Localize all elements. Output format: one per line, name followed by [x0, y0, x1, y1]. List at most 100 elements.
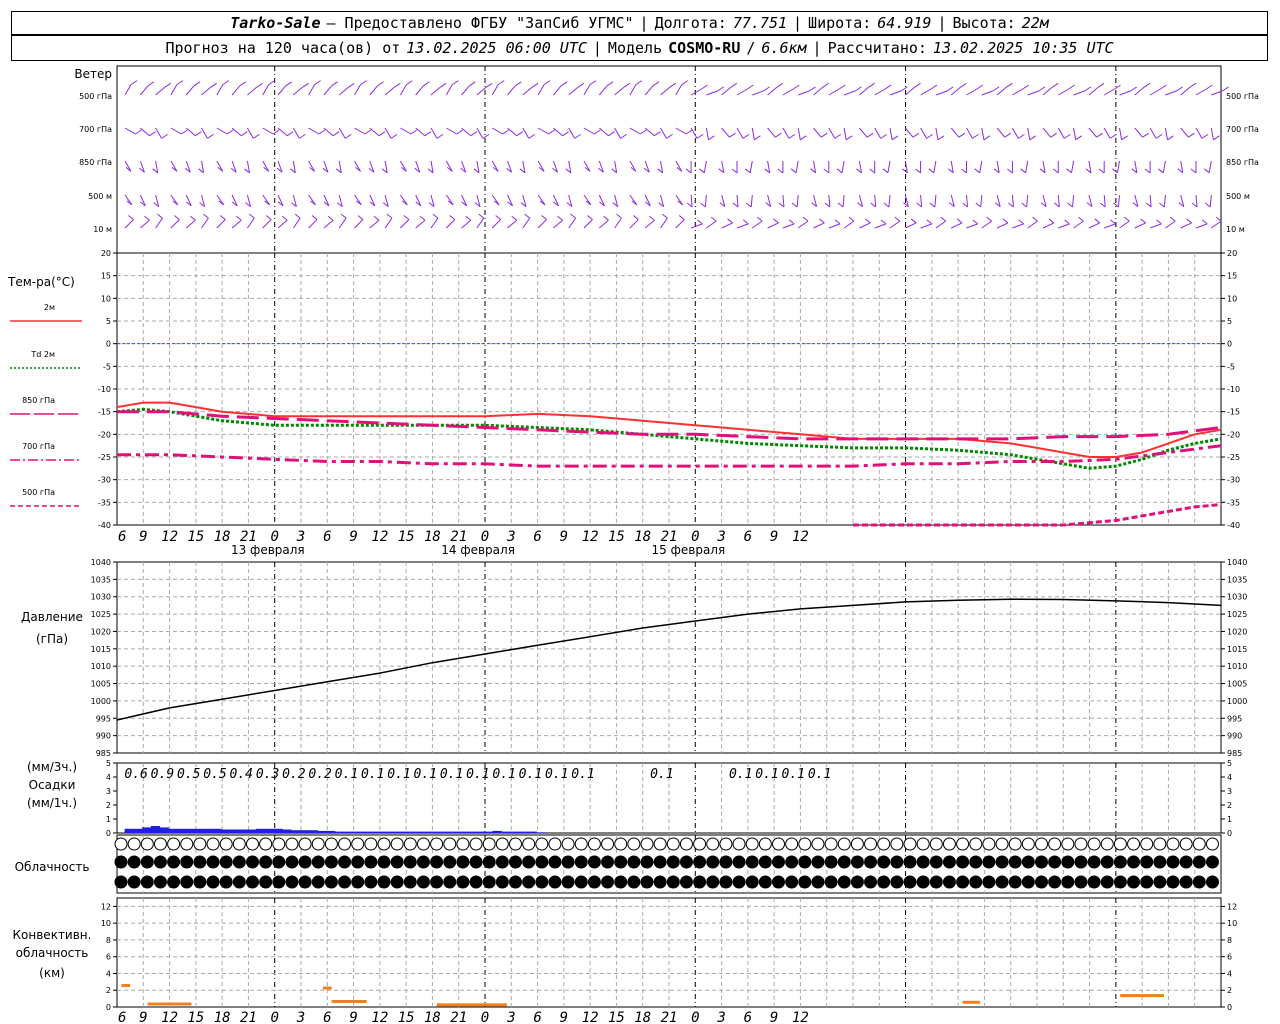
- hour-tick-label: 15: [187, 529, 204, 545]
- wind-barb-flag: [747, 84, 754, 90]
- wind-barb: [1042, 86, 1053, 96]
- wind-barb-flag: [1189, 82, 1197, 88]
- wind-barb: [262, 84, 270, 96]
- wind-barb-flag: [708, 135, 715, 141]
- wind-barb-flag: [788, 219, 795, 225]
- wind-barb-flag: [1155, 133, 1163, 139]
- wind-barb: [979, 160, 983, 173]
- cloud-symbol: [324, 875, 338, 889]
- precip-3h-label: 0.1: [571, 767, 594, 782]
- wind-barb: [507, 219, 518, 229]
- wind-barb: [354, 194, 362, 206]
- cloud-symbol: [982, 855, 996, 869]
- wind-barb: [139, 219, 150, 229]
- cloud-symbol: [903, 855, 917, 869]
- precip-bar: [299, 830, 310, 833]
- wind-barb-flag: [360, 80, 367, 86]
- wind-barb: [1162, 160, 1166, 173]
- wind-barb-flag: [144, 215, 150, 221]
- cloud-symbol: [798, 855, 812, 869]
- wind-barb-flag: [570, 213, 576, 219]
- conv-segment: [322, 986, 332, 990]
- y-tick-label: -35: [98, 498, 111, 507]
- y-tick-label: 8: [106, 936, 111, 945]
- precip-bar: [413, 831, 423, 833]
- wind-barb: [842, 194, 845, 207]
- wind-barb: [247, 86, 257, 96]
- wind-barb: [703, 160, 707, 173]
- wind-barb: [537, 127, 549, 135]
- wind-barb: [553, 219, 563, 229]
- cloud-symbol: [167, 855, 181, 869]
- cloud-symbol: [732, 837, 746, 851]
- wind-barb-flag: [910, 218, 917, 224]
- wind-barb-flag: [348, 82, 355, 88]
- wind-barb: [124, 194, 133, 206]
- wind-barb-flag: [327, 215, 334, 221]
- cloud-symbol: [653, 855, 667, 869]
- wind-barb: [491, 219, 502, 229]
- wind-barb-flag: [961, 168, 967, 174]
- cloud-symbol: [127, 837, 141, 851]
- wind-barb-flag: [793, 84, 800, 90]
- wind-barb-flag: [1038, 86, 1046, 92]
- cloud-symbol: [1021, 837, 1035, 851]
- cloud-symbol: [1061, 875, 1075, 889]
- cloud-symbol: [587, 875, 601, 889]
- temp-grid: 20 20 15 15 10 10 5 5 0 0 -5 -5 -10 -10 -15 -15 -20 -20 -2…: [98, 249, 1240, 530]
- precip-3h-labels: 0.6 0.9 0.5 0.5 0.4 0.3 0.2 0.2 0.1 0.1 0.1 0.1 0.1 0…: [124, 767, 831, 782]
- wind-barb: [933, 160, 937, 173]
- wind-barb-flag: [775, 132, 782, 138]
- conv-grid: 12 12 10 10 8 8 6 6 4 4 2 2 0 0: [101, 897, 1237, 1012]
- cloud-symbol: [942, 855, 956, 869]
- wind-barb: [399, 194, 408, 206]
- wind-barb-flag: [195, 131, 202, 137]
- y-tick-label: 10: [101, 919, 111, 928]
- wind-barb: [706, 90, 718, 96]
- cloud-symbol: [574, 875, 588, 889]
- wind-barb: [1058, 223, 1070, 229]
- cloud-symbol: [772, 855, 785, 869]
- hour-tick-label: 0: [270, 1010, 278, 1024]
- cloud-symbol: [666, 837, 680, 851]
- precip-bar: [343, 831, 353, 833]
- y-tick-label: 0: [106, 1003, 111, 1012]
- wind-barb-flag: [1112, 168, 1118, 174]
- wind-barb: [384, 86, 395, 96]
- wind-barb-flag: [1021, 202, 1027, 208]
- wind-barb-flag: [800, 135, 807, 141]
- y-tick-label: 10: [101, 294, 111, 303]
- wind-barb: [996, 86, 1007, 96]
- cloud-symbol: [758, 837, 772, 851]
- wind-barb: [399, 160, 407, 172]
- wind-barb: [950, 86, 961, 96]
- precip-bar: [238, 829, 248, 833]
- wind-barb-flag: [776, 82, 784, 88]
- wind-barb: [1119, 127, 1123, 140]
- wind-barb-flag: [281, 215, 288, 221]
- cloud-symbol: [1192, 875, 1206, 889]
- wind-barb: [767, 86, 778, 96]
- wind-barb-flag: [531, 82, 539, 88]
- wind-barb: [690, 88, 702, 96]
- wind-barb-flag: [763, 86, 770, 92]
- wind-barb-flag: [819, 218, 825, 224]
- wind-barb: [522, 217, 531, 229]
- wind-barb-flag: [1156, 219, 1162, 225]
- y-tick-label: 1: [1227, 815, 1232, 824]
- cloud-symbol: [903, 875, 917, 889]
- wind-barb: [660, 86, 671, 96]
- wind-barb: [155, 86, 166, 96]
- wind-barb: [216, 194, 225, 206]
- y-tick-label: 1040: [91, 558, 111, 567]
- wind-barb: [522, 127, 530, 139]
- wind-barb: [1073, 220, 1084, 229]
- hour-tick-label: 12: [582, 529, 599, 545]
- legend-label: Td 2м: [30, 350, 55, 359]
- precip-3h-label: 0.1: [335, 767, 358, 782]
- wind-barb: [1103, 194, 1106, 207]
- cloud-symbol: [351, 855, 365, 869]
- y-tick-label: 2: [106, 801, 111, 810]
- cloud-symbol: [561, 855, 575, 869]
- wind-barb: [981, 220, 992, 229]
